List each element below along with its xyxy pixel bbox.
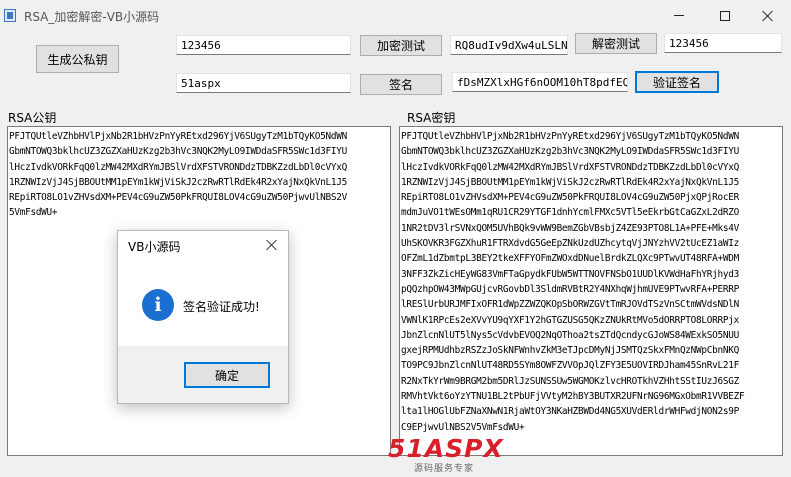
maximize-button[interactable] — [702, 0, 748, 31]
minimize-button[interactable] — [656, 0, 702, 31]
key-text-line: 3NFF3ZkZicHEyWG83VmFTaGpydkFUbW5WTTNOVFN… — [401, 268, 739, 280]
key-text-line: 1RZNWIzVjJ4SjBBOUtMM1pEYm1kWjViSkJ2czRwR… — [9, 176, 347, 188]
ok-button[interactable]: 确定 — [184, 362, 270, 388]
app-icon — [4, 9, 16, 22]
key-text-line: lHczIvdkVORkFqQ0lzMW42MXdRYmJBSlVrdXFSTV… — [9, 161, 347, 173]
key-text-line: PFJTQUtleVZhbHVlPjxNb2R1bHVzPnYyREtxd296… — [9, 131, 347, 142]
generate-keys-button[interactable]: 生成公私钥 — [36, 45, 119, 73]
public-key-label: RSA公钥 — [8, 111, 57, 125]
dialog-close-button[interactable] — [262, 237, 282, 255]
key-text-line: RMVhtVkt6oYzYTNU1BL2tPbUFjVVtyM2hBY3BUTX… — [401, 391, 745, 403]
key-text-line: OFZmL1dZbmtpL3BEY2tkeXFFYOFmZWOxdDNuelBr… — [401, 253, 739, 265]
info-icon: i — [142, 289, 174, 321]
watermark-logo: 51ASPX — [388, 434, 504, 463]
key-text-line: C9EPjwvUlNBS2V5VmFsdWU+ — [401, 421, 525, 433]
minimize-icon — [674, 15, 684, 16]
ciphertext-input[interactable]: RQ8udIv9dXw4uLSLNV& — [450, 35, 568, 55]
encrypt-test-button[interactable]: 加密测试 — [360, 35, 442, 56]
key-text-line: TO9PC9JbnZlcnNlUT48RD5SYm8OWFZVVOpJQlZFY… — [401, 360, 739, 372]
watermark: 51ASPX 源码服务专家 — [388, 434, 516, 477]
key-text-line: GbmNTOWQ3bklhcUZ3ZGZXaHUzKzg2b3hVc3NQK2M… — [9, 146, 347, 158]
key-text-line: JbnZlcnNlUT5lNys5cVdvbEVOQ2NqOThoa2tsZTd… — [401, 329, 739, 341]
decrypt-test-button[interactable]: 解密测试 — [575, 33, 657, 54]
key-text-line: VWNlK1RPcEs2eXVvYU9qYXF1Y2hGTGZUSG5QKzZN… — [401, 314, 739, 326]
key-text-line: 1NR2tDV3lrSVNxQOM5UVhBQk9vWW9BemZGbVBsbj… — [401, 222, 739, 234]
message-dialog: VB小源码 i 签名验证成功! 确定 — [117, 230, 289, 404]
key-text-line: 1RZNWIzVjJ4SjBBOUtMM1pEYm1kWjViSkJ2czRwR… — [401, 176, 739, 188]
key-text-line: PFJTQUtleVZhbHVlPjxNb2R1bHVzPnYyREtxd296… — [401, 131, 739, 142]
key-text-line: REpiRTO8LO1vZHVsdXM+PEV4cG9uZW50PkFRQUI8… — [9, 192, 347, 204]
signature-output[interactable]: fDsMZXlxHGf6nOOM10hT8pdfEQ5el — [452, 72, 628, 92]
private-key-label: RSA密钥 — [407, 111, 456, 125]
key-text-line: lta1lHOGlUbFZNaXNwN1RjaWtOY3NKaHZBWDd4NG… — [401, 406, 739, 418]
maximize-icon — [720, 10, 730, 21]
key-text-line: R2NxTkYrWm9BRGM2bm5DRlJzSUNSSUw5WGMOKzlv… — [401, 375, 739, 387]
verify-sign-button[interactable]: 验证签名 — [635, 71, 719, 93]
watermark-subtitle: 源码服务专家 — [414, 464, 475, 474]
key-text-line: UhSKOVKR3FGZXhuR1FTRXdvdG5GeEpZNkUzdUZhc… — [401, 238, 739, 250]
decrypted-output[interactable]: 123456 — [664, 33, 782, 53]
key-text-line: 5VmFsdWU+ — [9, 207, 58, 219]
key-text-line: pQQzhpOW43MWpGUjcvRGovbDl3SldmRVBtR2Y4NX… — [401, 283, 739, 295]
key-text-line: GbmNTOWQ3bklhcUZ3ZGZXaHUzKzg2b3hVc3NQK2M… — [401, 146, 739, 158]
private-key-textarea[interactable]: PFJTQUtleVZhbHVlPjxNb2R1bHVzPnYyREtxd296… — [399, 126, 783, 456]
sign-button[interactable]: 签名 — [360, 74, 442, 95]
close-icon — [762, 10, 774, 22]
key-text-line: REpiRTO8LO1vZHVsdXM+PEV4cG9uZW50PkFRQUI8… — [401, 192, 739, 204]
key-text-line: mdmJuVO1tWEsOMm1qRU1CR29YTGF1dnhYcmlFMXc… — [401, 207, 739, 219]
title-bar: RSA_加密解密-VB小源码 — [0, 0, 791, 31]
plaintext-input[interactable]: 123456 — [176, 35, 351, 55]
key-text-line: lRESlUrbURJMFIxOFR1dWpZZWZQKOpSbORWZGVtT… — [401, 299, 739, 311]
dialog-title: VB小源码 — [128, 240, 181, 254]
key-text-line: gxejRPMUdhbzRSZzJoSkNFWnhvZkM3eTJpcDMyNj… — [401, 345, 739, 357]
dialog-message: 签名验证成功! — [183, 300, 260, 314]
window-title: RSA_加密解密-VB小源码 — [24, 10, 160, 24]
sign-input[interactable]: 51aspx — [176, 73, 351, 93]
close-button[interactable] — [745, 0, 791, 31]
key-text-line: lHczIvdkVORkFqQ0lzMW42MXdRYmJBSlVrdXFSTV… — [401, 161, 739, 173]
